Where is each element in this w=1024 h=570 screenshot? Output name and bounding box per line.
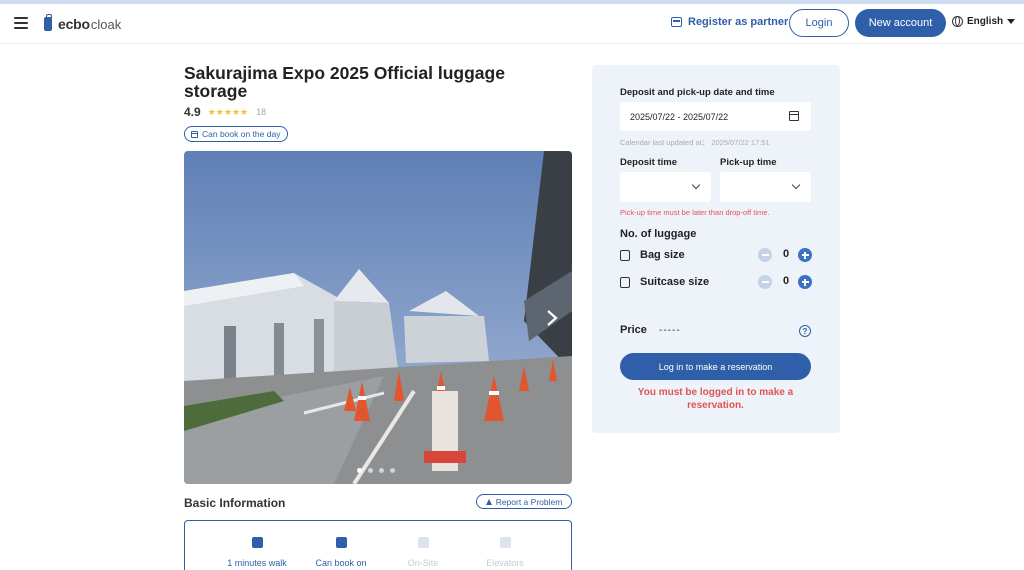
photo-pagination	[357, 468, 401, 473]
time-warning: Pick-up time must be later than drop-off…	[620, 208, 770, 217]
feature-walk: 1 minutes walk	[217, 537, 297, 568]
photo-dot[interactable]	[390, 468, 395, 473]
tents-photo-image	[184, 151, 572, 484]
pickup-time-select[interactable]	[720, 172, 811, 202]
register-partner-link[interactable]: Register as partner	[671, 16, 788, 28]
suitcase-size-label: Suitcase size	[640, 276, 710, 288]
suitcase-plus-button[interactable]	[798, 275, 812, 289]
language-selector[interactable]: English	[952, 16, 1016, 27]
deposit-time-select[interactable]	[620, 172, 711, 202]
site-header: ecbo cloak Register as partner Login New…	[0, 4, 1024, 44]
basic-information-heading: Basic Information	[184, 496, 286, 510]
globe-icon	[952, 16, 963, 27]
page-title: Sakurajima Expo 2025 Official luggage st…	[184, 63, 505, 101]
next-photo-arrow-icon[interactable]	[544, 308, 560, 328]
rating-row: 4.9 ★ ★ ★ ★ ★ 18	[184, 105, 266, 119]
register-partner-label: Register as partner	[688, 16, 789, 28]
deposit-time-label: Deposit time	[620, 157, 678, 168]
calendar-icon	[191, 130, 198, 138]
caret-down-icon	[1007, 19, 1016, 24]
feature-walk-label: 1 minutes walk	[227, 558, 287, 568]
calendar-icon	[335, 537, 347, 548]
store-icon	[671, 17, 682, 27]
star-icon: ★	[223, 107, 232, 117]
feature-elevators-label: Elevators	[486, 558, 524, 568]
same-day-badge-label: Can book on the day	[202, 129, 281, 139]
suitcase-count: 0	[782, 275, 790, 287]
star-icon: ★	[215, 107, 224, 117]
rating-stars: ★ ★ ★ ★ ★	[208, 107, 248, 117]
logo-main-text: ecbo	[58, 16, 90, 32]
feature-elevators: Elevators	[465, 537, 545, 568]
photo-dot[interactable]	[357, 468, 362, 473]
feature-onsite-label: On-Site	[407, 558, 439, 568]
login-required-warning: You must be logged in to make a reservat…	[637, 387, 794, 411]
photo-dot[interactable]	[379, 468, 384, 473]
train-icon	[251, 537, 263, 548]
review-count[interactable]: 18	[256, 107, 266, 117]
bag-size-row: Bag size 0	[620, 247, 812, 263]
login-button[interactable]: Login	[789, 9, 849, 37]
price-value: -----	[659, 325, 681, 336]
help-icon[interactable]: ?	[799, 325, 811, 337]
suitcase-size-row: Suitcase size 0	[620, 274, 812, 290]
chevron-down-icon	[691, 180, 701, 190]
elevator-icon	[499, 537, 511, 548]
bag-plus-button[interactable]	[798, 248, 812, 262]
pickup-time-label: Pick-up time	[720, 157, 777, 168]
luggage-heading: No. of luggage	[620, 228, 697, 240]
bag-count: 0	[782, 248, 790, 260]
warning-icon	[485, 498, 492, 505]
logo-sub-text: cloak	[90, 16, 122, 32]
menu-icon[interactable]	[14, 17, 28, 29]
bag-minus-button[interactable]	[758, 248, 772, 262]
logo[interactable]: ecbo cloak	[44, 14, 121, 34]
suitcase-minus-button[interactable]	[758, 275, 772, 289]
date-range-value: 2025/07/22 - 2025/07/22	[630, 111, 729, 122]
suitcase-logo-icon	[44, 14, 52, 31]
report-problem-label: Report a Problem	[495, 496, 563, 507]
language-label: English	[967, 16, 1004, 27]
bag-icon	[620, 249, 630, 261]
calendar-icon	[789, 111, 799, 121]
feature-book-day: Can book on	[301, 537, 381, 568]
bag-size-label: Bag size	[640, 249, 685, 261]
location-photo[interactable]	[184, 151, 572, 484]
star-icon: ★	[207, 107, 216, 117]
star-icon: ★	[240, 107, 249, 117]
feature-onsite: On-Site	[383, 537, 463, 568]
suitcase-icon	[620, 276, 630, 288]
feature-book-day-label: Can book on	[315, 558, 367, 568]
report-problem-button[interactable]: Report a Problem	[476, 494, 572, 509]
photo-dot[interactable]	[368, 468, 373, 473]
date-label: Deposit and pick-up date and time	[620, 87, 775, 98]
calendar-updated-text: Calendar last updated at： 2025/07/22 17:…	[620, 138, 770, 147]
same-day-badge: Can book on the day	[184, 126, 289, 142]
chevron-down-icon	[791, 180, 801, 190]
login-to-reserve-button[interactable]: Log in to make a reservation	[620, 353, 811, 380]
star-icon: ★	[231, 107, 240, 117]
price-label: Price	[620, 324, 647, 336]
booking-panel: Deposit and pick-up date and time 2025/0…	[592, 65, 840, 433]
date-range-input[interactable]: 2025/07/22 - 2025/07/22	[620, 102, 811, 131]
onsite-icon	[417, 537, 429, 548]
rating-value: 4.9	[184, 105, 201, 119]
new-account-button[interactable]: New account	[855, 9, 946, 37]
features-box: 1 minutes walk Can book on On-Site Eleva…	[184, 520, 572, 570]
